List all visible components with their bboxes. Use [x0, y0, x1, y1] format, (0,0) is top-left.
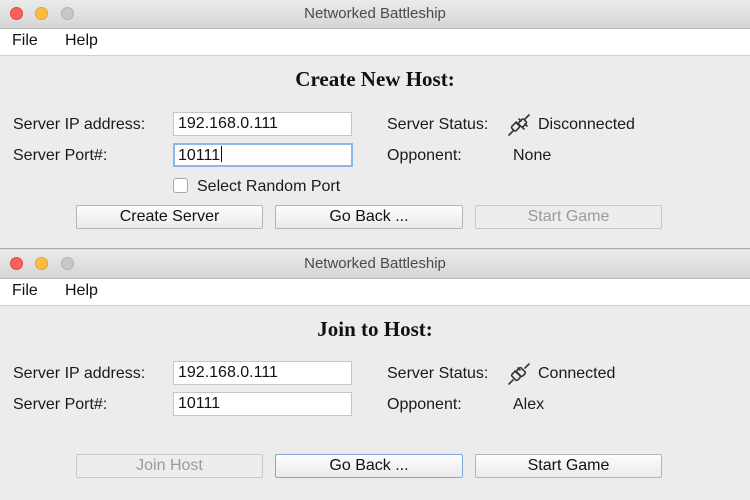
opponent-value: None	[513, 147, 552, 164]
server-status-value: Connected	[538, 365, 616, 382]
opponent-label: Opponent:	[387, 396, 462, 413]
server-port-value: 10111	[178, 395, 221, 412]
join-host-window: Networked Battleship File Help Join to H…	[0, 250, 750, 500]
start-game-button[interactable]: Start Game	[475, 205, 662, 229]
opponent-value: Alex	[513, 396, 545, 413]
page-title: Create New Host:	[295, 67, 455, 91]
server-status-label: Server Status:	[387, 116, 489, 133]
server-ip-value: 192.168.0.111	[178, 115, 278, 132]
server-port-input[interactable]: 10111	[173, 392, 352, 416]
server-ip-value: 192.168.0.111	[178, 364, 278, 381]
server-ip-label: Server IP address:	[13, 116, 146, 133]
opponent-label: Opponent:	[387, 147, 462, 164]
create-host-window: Networked Battleship File Help Create Ne…	[0, 0, 750, 249]
menu-help[interactable]: Help	[65, 282, 98, 300]
menu-bar: File Help	[0, 29, 750, 56]
create-server-button[interactable]: Create Server	[76, 205, 263, 229]
random-port-checkbox[interactable]	[173, 178, 188, 193]
disconnected-plug-icon	[508, 114, 530, 136]
menu-bar: File Help	[0, 279, 750, 306]
server-status-value: Disconnected	[538, 116, 635, 133]
server-ip-input[interactable]: 192.168.0.111	[173, 112, 352, 136]
server-ip-input[interactable]: 192.168.0.111	[173, 361, 352, 385]
title-bar[interactable]: Networked Battleship	[0, 250, 750, 279]
go-back-button[interactable]: Go Back ...	[275, 454, 463, 478]
title-bar[interactable]: Networked Battleship	[0, 0, 750, 29]
menu-file[interactable]: File	[12, 32, 38, 50]
menu-help[interactable]: Help	[65, 32, 98, 50]
menu-file[interactable]: File	[12, 282, 38, 300]
page-title: Join to Host:	[317, 317, 433, 341]
text-caret	[221, 146, 223, 162]
start-game-button[interactable]: Start Game	[475, 454, 662, 478]
connected-plug-icon	[508, 363, 530, 385]
server-port-label: Server Port#:	[13, 147, 108, 164]
go-back-button[interactable]: Go Back ...	[275, 205, 463, 229]
server-port-input[interactable]: 10111	[173, 143, 353, 167]
server-ip-label: Server IP address:	[13, 365, 146, 382]
join-host-button[interactable]: Join Host	[76, 454, 263, 478]
window-title: Networked Battleship	[304, 255, 446, 272]
server-status-label: Server Status:	[387, 365, 489, 382]
server-port-value: 10111	[178, 147, 221, 164]
random-port-label[interactable]: Select Random Port	[197, 178, 340, 196]
server-port-label: Server Port#:	[13, 396, 108, 413]
window-title: Networked Battleship	[304, 5, 446, 22]
